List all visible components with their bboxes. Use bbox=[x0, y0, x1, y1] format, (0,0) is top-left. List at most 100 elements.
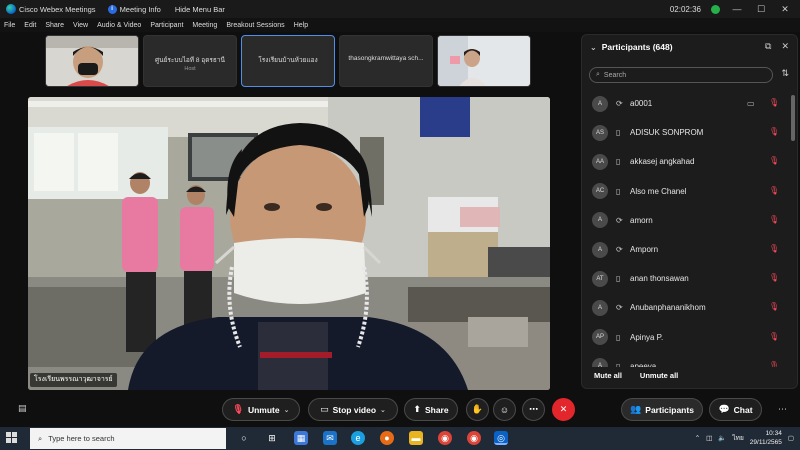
leave-meeting-button[interactable]: ✕ bbox=[552, 398, 575, 421]
chevron-up-icon[interactable]: ⌃ bbox=[695, 434, 700, 442]
participant-video-feed bbox=[46, 36, 138, 86]
hide-menu-bar-button[interactable]: Hide Menu Bar bbox=[175, 5, 225, 14]
muted-mic-icon[interactable]: 🎙 bbox=[769, 98, 779, 109]
menu-view[interactable]: View bbox=[73, 22, 88, 29]
menu-help[interactable]: Help bbox=[294, 22, 308, 29]
participant-list-scrollbar[interactable] bbox=[791, 95, 795, 141]
muted-mic-icon[interactable]: 🎙 bbox=[769, 156, 779, 167]
notification-icon[interactable]: ▢ bbox=[788, 434, 794, 442]
list-item[interactable]: AC ▯ Also me Chanel 🎙 bbox=[582, 177, 787, 206]
captions-icon[interactable]: ▤ bbox=[18, 403, 27, 414]
menu-share[interactable]: Share bbox=[45, 22, 64, 29]
muted-mic-icon[interactable]: 🎙 bbox=[769, 215, 779, 226]
share-button[interactable]: ⬆ Share bbox=[404, 398, 458, 421]
menu-meeting[interactable]: Meeting bbox=[192, 22, 217, 29]
muted-mic-icon[interactable]: 🎙 bbox=[769, 244, 779, 255]
file-explorer-icon[interactable]: ▬ bbox=[409, 431, 423, 445]
meeting-timer: 02:02:36 bbox=[669, 4, 701, 14]
participants-header[interactable]: ⌄ Participants (648) bbox=[590, 42, 673, 52]
network-icon[interactable]: ◫ bbox=[706, 434, 712, 442]
list-item[interactable]: AT ▯ anan thonsawan 🎙 bbox=[582, 264, 787, 293]
device-icon: ▯ bbox=[616, 361, 621, 367]
volume-icon[interactable]: 🔈 bbox=[718, 434, 726, 442]
device-icon: ▯ bbox=[616, 332, 621, 342]
popout-icon[interactable]: ⧉ bbox=[765, 41, 771, 52]
participants-button[interactable]: 👥 Participants bbox=[621, 398, 703, 421]
thumbnail-video-2[interactable] bbox=[437, 35, 531, 87]
menu-audio-video[interactable]: Audio & Video bbox=[97, 22, 141, 29]
more-options-button[interactable]: ⋯ bbox=[522, 398, 545, 421]
thumbnail-name: thasongkramwittaya sch... bbox=[348, 55, 424, 62]
raise-hand-button[interactable]: ✋ bbox=[466, 398, 489, 421]
participant-search-input[interactable]: ⌕ Search bbox=[589, 67, 773, 83]
close-panel-icon[interactable]: ✕ bbox=[781, 41, 789, 52]
list-item[interactable]: AP ▯ Apinya P. 🎙 bbox=[582, 323, 787, 352]
muted-mic-icon[interactable]: 🎙 bbox=[769, 332, 779, 343]
clock[interactable]: 10:34 29/11/2565 bbox=[750, 429, 782, 447]
maximize-icon[interactable]: ☐ bbox=[754, 4, 768, 15]
chevron-down-icon[interactable]: ⌄ bbox=[284, 406, 290, 414]
device-icon: ▯ bbox=[616, 128, 621, 138]
list-item[interactable]: AS ▯ ADISUK SONPROM 🎙 bbox=[582, 118, 787, 147]
task-view-icon[interactable]: ○ bbox=[237, 431, 251, 445]
muted-mic-icon[interactable]: 🎙 bbox=[769, 273, 779, 284]
avatar: AS bbox=[592, 124, 608, 141]
muted-mic-icon[interactable]: 🎙 bbox=[769, 127, 779, 138]
thumbnail-name: โรงเรียนบ้านห้วยแอง bbox=[258, 57, 318, 64]
firefox-icon[interactable]: ● bbox=[380, 431, 394, 445]
unmute-button[interactable]: 🎙 Unmute ⌄ bbox=[222, 398, 300, 421]
stop-video-button[interactable]: ▭ Stop video ⌄ bbox=[308, 398, 398, 421]
widgets-icon[interactable]: ⊞ bbox=[265, 431, 279, 445]
sort-icon[interactable]: ⇅ bbox=[781, 68, 789, 79]
list-item[interactable]: AA ▯ akkasej angkahad 🎙 bbox=[582, 147, 787, 176]
more-icon[interactable]: ⋯ bbox=[778, 404, 787, 415]
list-item[interactable]: A ⟳ Amporn 🎙 bbox=[582, 235, 787, 264]
mute-all-button[interactable]: Mute all bbox=[594, 371, 622, 380]
thumbnail-name: ศูนย์ระบบไอที 8 อุดรธานี bbox=[155, 57, 225, 64]
menu-file[interactable]: File bbox=[4, 22, 15, 29]
thumbnail-participant[interactable]: thasongkramwittaya sch... bbox=[339, 35, 433, 87]
participants-panel: ⌄ Participants (648) ⧉ ✕ ⌕ Search ⇅ A ⟳ … bbox=[581, 34, 798, 389]
list-item[interactable]: A ⟳ a0001 ▭ 🎙 bbox=[582, 89, 787, 118]
taskbar-search-input[interactable]: ⌕ Type here to search bbox=[30, 428, 226, 449]
chevron-down-icon[interactable]: ⌄ bbox=[590, 43, 597, 52]
menu-breakout-sessions[interactable]: Breakout Sessions bbox=[226, 22, 284, 29]
clock-date: 29/11/2565 bbox=[749, 439, 782, 446]
meeting-info-button[interactable]: i Meeting Info bbox=[107, 4, 161, 14]
chrome-profile-icon[interactable]: ◉ bbox=[467, 431, 481, 445]
main-video[interactable] bbox=[28, 97, 550, 390]
mail-icon[interactable]: ✉ bbox=[323, 431, 337, 445]
windows-start-icon[interactable] bbox=[6, 432, 18, 444]
edge-icon[interactable]: e bbox=[351, 431, 365, 445]
minimize-icon[interactable]: — bbox=[730, 4, 744, 14]
menu-edit[interactable]: Edit bbox=[24, 22, 36, 29]
list-item[interactable]: A ▯ apeeya 🎙 bbox=[582, 352, 787, 367]
chat-button[interactable]: 💬 Chat bbox=[709, 398, 762, 421]
participant-name: apeeya bbox=[630, 361, 657, 367]
video-camera-icon: ▭ bbox=[747, 99, 755, 109]
connection-icon: ⟳ bbox=[616, 303, 623, 313]
device-icon: ▯ bbox=[616, 274, 621, 284]
reactions-button[interactable]: ☺ bbox=[493, 398, 516, 421]
thumbnail-active-speaker[interactable]: โรงเรียนบ้านห้วยแอง bbox=[241, 35, 335, 87]
unmute-all-button[interactable]: Unmute all bbox=[640, 371, 678, 380]
muted-mic-icon[interactable]: 🎙 bbox=[769, 361, 779, 367]
thumbnail-host[interactable]: ศูนย์ระบบไอที 8 อุดรธานี Host bbox=[143, 35, 237, 87]
close-icon[interactable]: ✕ bbox=[778, 4, 792, 15]
language-indicator[interactable]: ไทย bbox=[732, 433, 743, 443]
list-item[interactable]: A ⟳ amorn 🎙 bbox=[582, 206, 787, 235]
list-item[interactable]: A ⟳ Anubanphananikhom 🎙 bbox=[582, 293, 787, 322]
muted-mic-icon[interactable]: 🎙 bbox=[769, 186, 779, 197]
muted-mic-icon[interactable]: 🎙 bbox=[769, 302, 779, 313]
connection-icon: ⟳ bbox=[616, 99, 623, 109]
thumbnail-video-1[interactable] bbox=[45, 35, 139, 87]
search-icon: ⌕ bbox=[38, 433, 43, 443]
chevron-down-icon[interactable]: ⌄ bbox=[380, 406, 386, 414]
hand-icon: ✋ bbox=[471, 404, 484, 414]
chrome-icon[interactable]: ◉ bbox=[438, 431, 452, 445]
webex-taskbar-icon[interactable]: ◎ bbox=[494, 431, 508, 445]
menu-participant[interactable]: Participant bbox=[150, 22, 183, 29]
store-icon[interactable]: ▦ bbox=[294, 431, 308, 445]
participant-name: Anubanphananikhom bbox=[630, 303, 706, 313]
search-icon: ⌕ bbox=[596, 71, 600, 78]
